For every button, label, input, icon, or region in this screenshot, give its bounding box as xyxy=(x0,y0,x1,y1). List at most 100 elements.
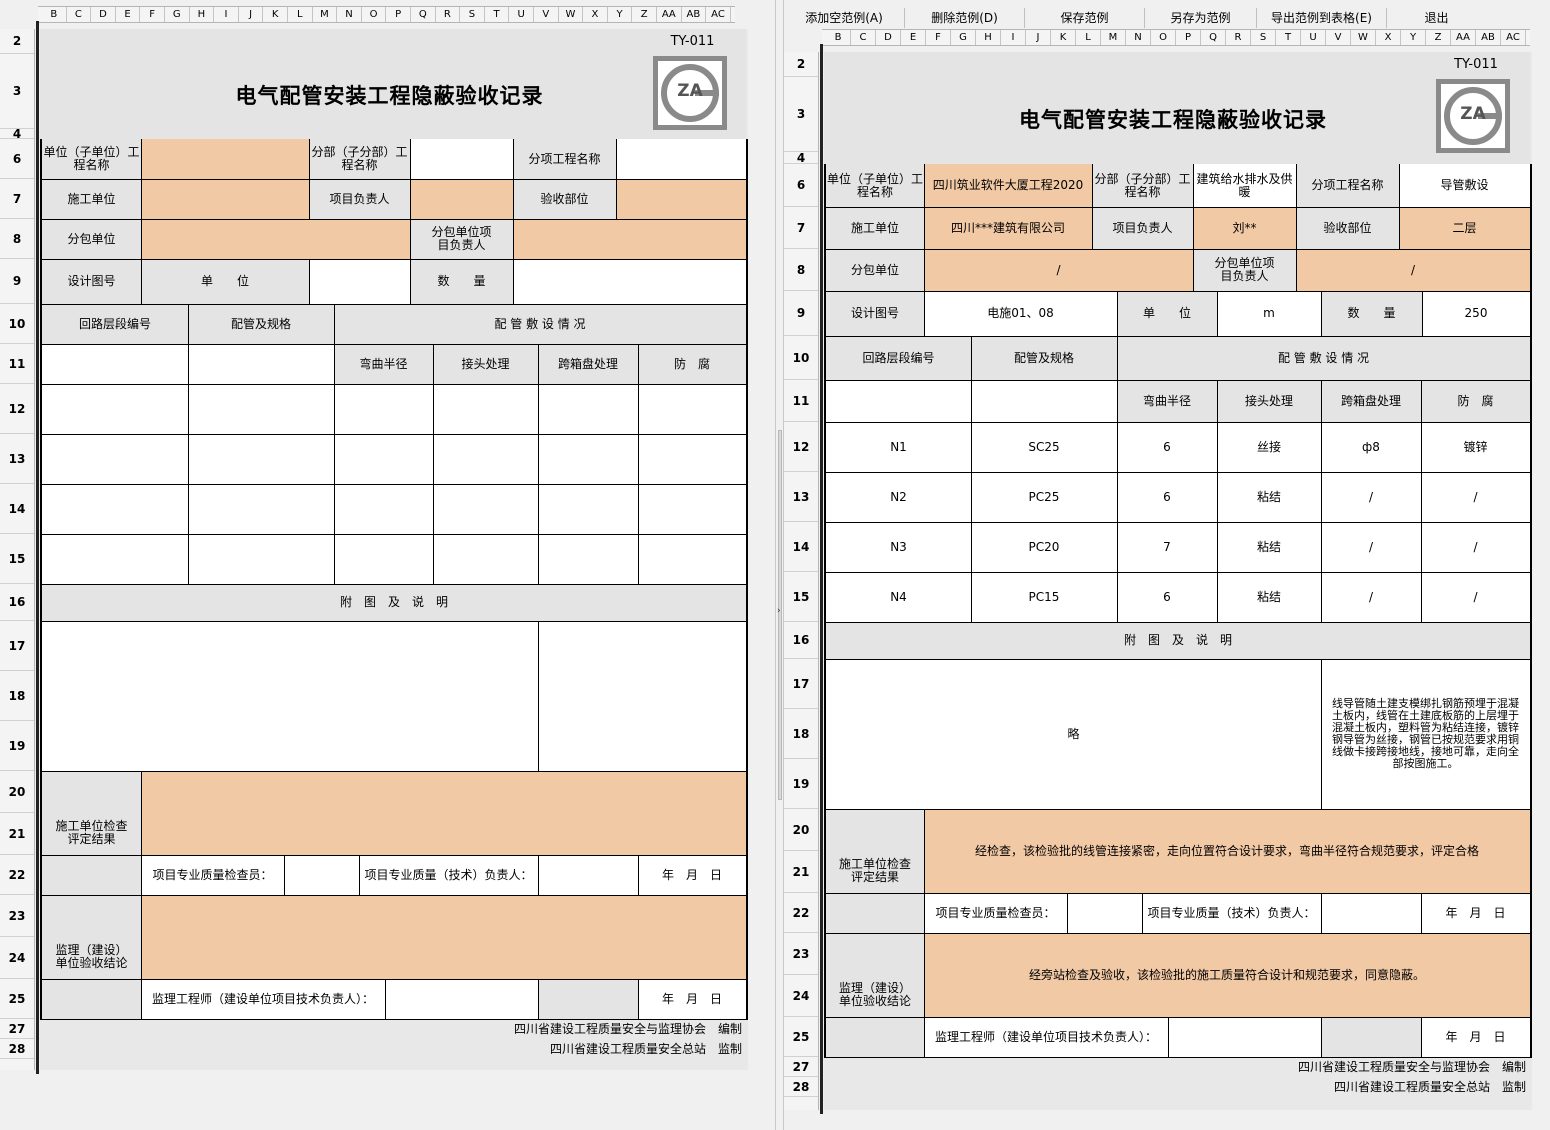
bend-cell[interactable] xyxy=(334,534,433,584)
unit-value-field[interactable]: 四川筑业软件大厦工程2020 xyxy=(924,164,1092,207)
bend-cell[interactable] xyxy=(334,484,433,534)
pane-splitter[interactable]: › xyxy=(775,0,784,1130)
column-header-y[interactable]: Y xyxy=(608,7,633,22)
bend-cell[interactable]: 6 xyxy=(1117,572,1217,622)
row-header-16[interactable]: 16 xyxy=(784,622,818,659)
column-header-n[interactable]: N xyxy=(337,7,362,22)
column-header-ab[interactable]: AB xyxy=(1476,30,1501,45)
box-cell[interactable] xyxy=(538,434,638,484)
box-cell[interactable]: / xyxy=(1321,522,1421,572)
column-header-ab[interactable]: AB xyxy=(682,7,707,22)
danwei-value-field[interactable] xyxy=(309,259,410,304)
box-cell[interactable] xyxy=(538,384,638,434)
supervise-result-field[interactable]: 经旁站检查及验收，该检验批的施工质量符合设计和规范要求，同意隐蔽。 xyxy=(924,933,1530,1017)
bend-cell[interactable]: 6 xyxy=(1117,422,1217,472)
column-header-l[interactable]: L xyxy=(288,7,313,22)
corr-cell[interactable]: / xyxy=(1421,472,1530,522)
column-header-m[interactable]: M xyxy=(1101,30,1126,45)
column-header-ac[interactable]: AC xyxy=(1501,30,1526,45)
supervise-result-field[interactable] xyxy=(141,895,746,979)
row-header-17[interactable]: 17 xyxy=(784,659,818,709)
column-header-p[interactable]: P xyxy=(1176,30,1201,45)
row-header-10[interactable]: 10 xyxy=(0,304,34,344)
column-header-u[interactable]: U xyxy=(1301,30,1326,45)
inspector-field[interactable] xyxy=(1067,893,1142,933)
row-header-21[interactable]: 21 xyxy=(0,813,34,855)
bend-cell[interactable] xyxy=(334,384,433,434)
splitter-arrow-icon[interactable]: › xyxy=(777,606,781,616)
joint-cell[interactable] xyxy=(433,434,538,484)
column-header-j[interactable]: J xyxy=(239,7,264,22)
corr-cell[interactable] xyxy=(638,534,746,584)
box-cell[interactable]: ф8 xyxy=(1321,422,1421,472)
subcontractor-value-field[interactable] xyxy=(141,219,410,259)
row-header-11[interactable]: 11 xyxy=(784,380,818,422)
column-header-o[interactable]: O xyxy=(362,7,387,22)
circuit-cell[interactable] xyxy=(42,484,188,534)
joint-cell[interactable]: 粘结 xyxy=(1217,572,1321,622)
corr-cell[interactable] xyxy=(638,484,746,534)
unit-value-field[interactable] xyxy=(141,139,309,179)
row-header-20[interactable]: 20 xyxy=(784,809,818,851)
row-header-4[interactable]: 4 xyxy=(0,127,34,141)
row-header-14[interactable]: 14 xyxy=(0,484,34,534)
column-header-w[interactable]: W xyxy=(559,7,584,22)
exit-button[interactable]: 退出 xyxy=(1386,8,1486,28)
circuit-cell[interactable]: N2 xyxy=(826,472,971,522)
save-template-button[interactable]: 保存范例 xyxy=(1024,8,1144,28)
pipe-cell[interactable] xyxy=(188,384,334,434)
subitem-value-field[interactable] xyxy=(616,139,746,179)
column-header-q[interactable]: Q xyxy=(1201,30,1226,45)
column-header-d[interactable]: D xyxy=(876,30,901,45)
bend-cell[interactable]: 7 xyxy=(1117,522,1217,572)
attach-right-field[interactable] xyxy=(538,621,746,771)
column-header-aa[interactable]: AA xyxy=(1451,30,1476,45)
row-header-6[interactable]: 6 xyxy=(784,164,818,207)
inspector-field[interactable] xyxy=(284,855,359,895)
box-cell[interactable] xyxy=(538,484,638,534)
engineer-field[interactable] xyxy=(385,979,538,1019)
part-value-field[interactable]: 二层 xyxy=(1399,207,1530,249)
column-header-f[interactable]: F xyxy=(140,7,165,22)
column-header-v[interactable]: V xyxy=(1326,30,1351,45)
column-header-m[interactable]: M xyxy=(313,7,338,22)
column-header-h[interactable]: H xyxy=(976,30,1001,45)
row-header-10[interactable]: 10 xyxy=(784,336,818,380)
corr-cell[interactable] xyxy=(638,384,746,434)
box-cell[interactable]: / xyxy=(1321,572,1421,622)
engineer-field[interactable] xyxy=(1168,1017,1321,1057)
row-header-12[interactable]: 12 xyxy=(784,422,818,472)
row-header-28[interactable]: 28 xyxy=(0,1039,34,1059)
joint-cell[interactable] xyxy=(433,534,538,584)
row-header-19[interactable]: 19 xyxy=(0,721,34,771)
row-header-2[interactable]: 2 xyxy=(784,52,818,77)
division-value-field[interactable] xyxy=(410,139,513,179)
row-header-6[interactable]: 6 xyxy=(0,139,34,179)
column-header-k[interactable]: K xyxy=(1051,30,1076,45)
corr-cell[interactable]: / xyxy=(1421,572,1530,622)
attach-left-field[interactable] xyxy=(42,621,538,771)
part-value-field[interactable] xyxy=(616,179,746,219)
box-cell[interactable]: / xyxy=(1321,472,1421,522)
row-header-7[interactable]: 7 xyxy=(0,179,34,219)
row-header-15[interactable]: 15 xyxy=(784,572,818,622)
column-header-f[interactable]: F xyxy=(926,30,951,45)
row-header-3[interactable]: 3 xyxy=(0,54,34,129)
pipe-cell[interactable]: PC25 xyxy=(971,472,1117,522)
row-header-13[interactable]: 13 xyxy=(0,434,34,484)
row-header-2[interactable]: 2 xyxy=(0,29,34,54)
row-header-8[interactable]: 8 xyxy=(0,219,34,259)
column-header-n[interactable]: N xyxy=(1126,30,1151,45)
column-header-b[interactable]: B xyxy=(42,7,67,22)
column-header-r[interactable]: R xyxy=(1226,30,1251,45)
row-header-23[interactable]: 23 xyxy=(784,933,818,975)
corr-cell[interactable]: 镀锌 xyxy=(1421,422,1530,472)
column-header-l[interactable]: L xyxy=(1076,30,1101,45)
check-result-field[interactable]: 经检查，该检验批的线管连接紧密，走向位置符合设计要求，弯曲半径符合规范要求，评定… xyxy=(924,809,1530,893)
box-cell[interactable] xyxy=(538,534,638,584)
qty-value-field[interactable] xyxy=(513,259,746,304)
column-header-w[interactable]: W xyxy=(1351,30,1376,45)
row-header-19[interactable]: 19 xyxy=(784,759,818,809)
row-header-23[interactable]: 23 xyxy=(0,895,34,937)
check-result-field[interactable] xyxy=(141,771,746,855)
